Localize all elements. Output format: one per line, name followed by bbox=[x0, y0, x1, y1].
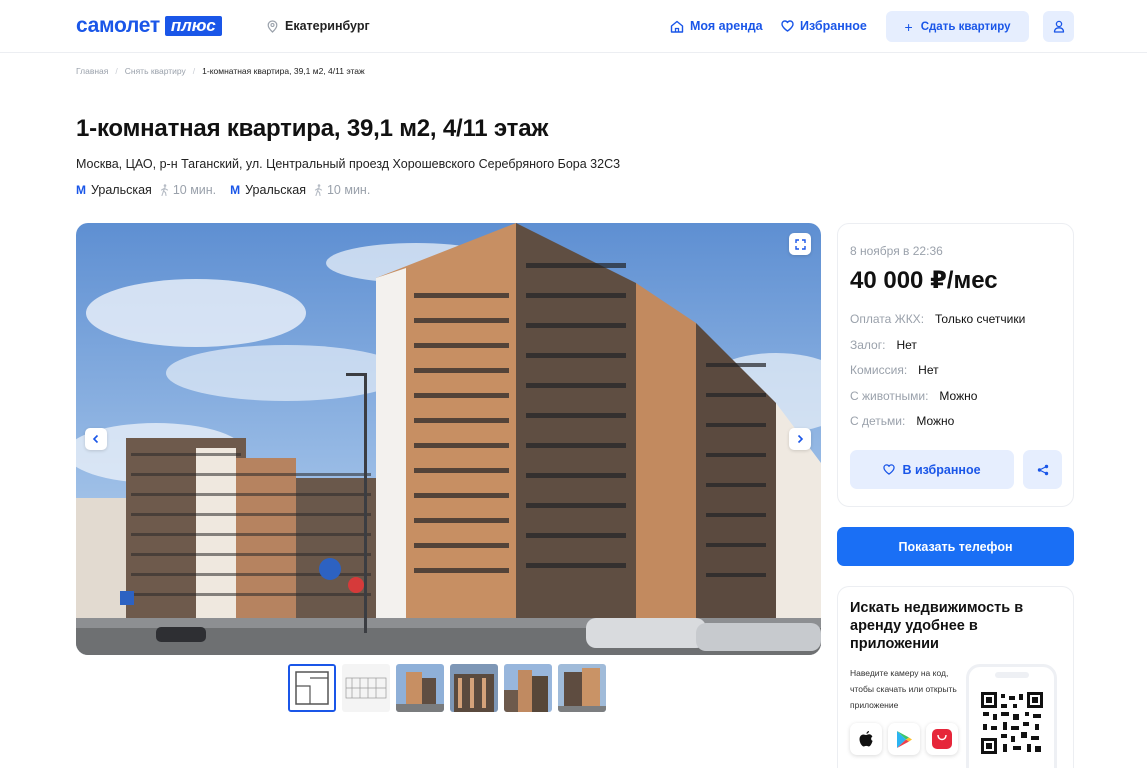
info-key: С животными: bbox=[850, 389, 929, 403]
qr-code bbox=[981, 692, 1043, 754]
heart-icon bbox=[781, 20, 794, 32]
gallery-thumbnail[interactable] bbox=[396, 664, 444, 712]
photo-gallery[interactable] bbox=[76, 223, 821, 655]
phone-notch bbox=[995, 672, 1029, 678]
heart-icon bbox=[883, 464, 896, 475]
building-photo-thumbnail bbox=[504, 664, 552, 712]
gallery-next-button[interactable] bbox=[789, 428, 811, 450]
listing-price: 40 000 ₽/мес bbox=[850, 267, 998, 294]
nav-favorites-label: Избранное bbox=[800, 19, 867, 33]
metro-list: М Уральская 10 мин. М Уральская 10 мин. bbox=[76, 183, 384, 197]
metro-station: М Уральская 10 мин. bbox=[76, 183, 216, 197]
gallery-thumbnails bbox=[288, 664, 612, 712]
user-profile-button[interactable] bbox=[1043, 11, 1074, 42]
gallery-thumbnail[interactable] bbox=[288, 664, 336, 712]
gallery-thumbnail[interactable] bbox=[504, 664, 552, 712]
breadcrumb-separator: / bbox=[115, 66, 118, 76]
add-to-favorites-label: В избранное bbox=[902, 462, 981, 477]
metro-name: Уральская bbox=[245, 183, 306, 197]
gallery-thumbnail[interactable] bbox=[558, 664, 606, 712]
breadcrumb: Главная / Снять квартиру / 1-комнатная к… bbox=[76, 66, 365, 76]
expand-icon bbox=[794, 238, 806, 250]
building-photo-thumbnail bbox=[450, 664, 498, 712]
building-photo-thumbnail bbox=[396, 664, 444, 712]
show-phone-button[interactable]: Показать телефон bbox=[837, 527, 1074, 566]
breadcrumb-rent[interactable]: Снять квартиру bbox=[125, 66, 186, 76]
metro-station: М Уральская 10 мин. bbox=[230, 183, 370, 197]
listing-date: 8 ноября в 22:36 bbox=[850, 244, 943, 258]
share-icon bbox=[1037, 464, 1048, 475]
list-apartment-button[interactable]: + Сдать квартиру bbox=[886, 11, 1029, 42]
huawei-appgallery-icon bbox=[932, 729, 952, 749]
user-icon bbox=[1053, 20, 1064, 33]
info-key: С детьми: bbox=[850, 414, 906, 428]
walking-icon bbox=[314, 184, 323, 196]
fullscreen-button[interactable] bbox=[789, 233, 811, 255]
metro-logo-icon: М bbox=[76, 183, 86, 197]
gallery-thumbnail[interactable] bbox=[450, 664, 498, 712]
floor-layout-thumbnail bbox=[342, 664, 390, 712]
huawei-appgallery-button[interactable] bbox=[926, 723, 958, 755]
info-key: Оплата ЖКХ: bbox=[850, 312, 925, 326]
share-button[interactable] bbox=[1023, 450, 1062, 489]
breadcrumb-home[interactable]: Главная bbox=[76, 66, 108, 76]
info-value: Можно bbox=[916, 414, 955, 428]
info-key: Залог: bbox=[850, 338, 886, 352]
metro-walk-time: 10 мин. bbox=[160, 183, 216, 197]
add-to-favorites-button[interactable]: В избранное bbox=[850, 450, 1014, 489]
breadcrumb-separator: / bbox=[192, 66, 196, 76]
info-value: Только счетчики bbox=[935, 312, 1026, 326]
info-row: С детьми: Можно bbox=[850, 414, 954, 428]
app-promo-title: Искать недвижимость в аренду удобнее в п… bbox=[850, 600, 1024, 652]
floorplan-thumbnail bbox=[290, 666, 334, 710]
walking-icon bbox=[160, 184, 168, 196]
chevron-right-icon bbox=[797, 434, 804, 444]
price-card: 8 ноября в 22:36 40 000 ₽/мес Оплата ЖКХ… bbox=[837, 223, 1074, 507]
app-promo-description: Наведите камеру на код, чтобы скачать ил… bbox=[850, 668, 957, 710]
list-apartment-label: Сдать квартиру bbox=[920, 20, 1011, 33]
info-row: Оплата ЖКХ: Только счетчики bbox=[850, 312, 1025, 326]
nav-favorites[interactable]: Избранное bbox=[781, 19, 867, 33]
gallery-thumbnail[interactable] bbox=[342, 664, 390, 712]
info-row: Комиссия: Нет bbox=[850, 363, 939, 377]
metro-walk-time: 10 мин. bbox=[314, 183, 370, 197]
info-row: Залог: Нет bbox=[850, 338, 917, 352]
nav-my-rent-label: Моя аренда bbox=[690, 19, 763, 33]
info-value: Нет bbox=[918, 363, 939, 377]
location-pin-icon bbox=[267, 19, 278, 33]
listing-address: Москва, ЦАО, р-н Таганский, ул. Централь… bbox=[76, 157, 621, 171]
phone-mockup bbox=[966, 664, 1057, 768]
city-name: Екатеринбург bbox=[285, 19, 370, 33]
plus-icon: + bbox=[904, 18, 913, 35]
site-header: самолет плюс Екатеринбург Моя аренда Изб… bbox=[0, 0, 1147, 53]
app-promo-card: Искать недвижимость в аренду удобнее в п… bbox=[837, 586, 1074, 768]
apple-store-icon bbox=[859, 731, 873, 747]
nav-my-rent[interactable]: Моя аренда bbox=[670, 19, 763, 33]
site-logo[interactable]: самолет плюс bbox=[76, 15, 222, 37]
info-value: Можно bbox=[939, 389, 978, 403]
home-icon bbox=[670, 20, 684, 33]
logo-word: самолет bbox=[76, 14, 160, 37]
info-row: С животными: Можно bbox=[850, 389, 977, 403]
city-selector[interactable]: Екатеринбург bbox=[267, 19, 370, 33]
chevron-left-icon bbox=[92, 434, 99, 444]
metro-walk-label: 10 мин. bbox=[326, 183, 371, 197]
info-key: Комиссия: bbox=[850, 363, 908, 377]
google-play-button[interactable] bbox=[888, 723, 920, 755]
metro-name: Уральская bbox=[91, 183, 152, 197]
building-photo-thumbnail bbox=[558, 664, 606, 712]
page-title: 1-комнатная квартира, 39,1 м2, 4/11 этаж bbox=[76, 115, 549, 142]
metro-logo-icon: М bbox=[230, 183, 241, 197]
apartment-building-photo bbox=[76, 223, 821, 655]
breadcrumb-current: 1-комнатная квартира, 39,1 м2, 4/11 этаж bbox=[202, 66, 365, 76]
info-value: Нет bbox=[896, 338, 917, 352]
apple-store-button[interactable] bbox=[850, 723, 882, 755]
gallery-prev-button[interactable] bbox=[85, 428, 107, 450]
logo-badge: плюс bbox=[164, 16, 222, 36]
metro-walk-label: 10 мин. bbox=[172, 183, 217, 197]
google-play-icon bbox=[897, 730, 912, 748]
